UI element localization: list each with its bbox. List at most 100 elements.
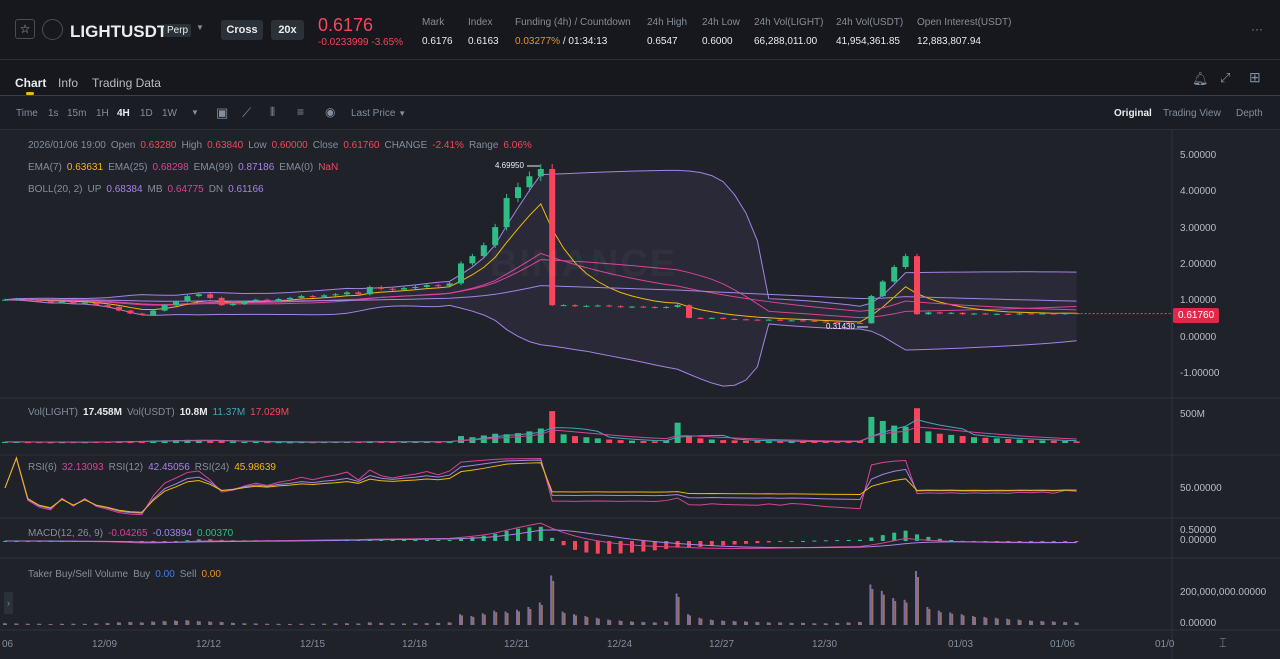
taker-sell-bar bbox=[609, 620, 612, 625]
kline-chart[interactable] bbox=[0, 0, 1280, 659]
taker-buy-bar bbox=[288, 623, 290, 625]
expand-panel-button[interactable]: › bbox=[4, 592, 13, 614]
candle-body bbox=[218, 297, 225, 306]
candle-body bbox=[344, 292, 350, 295]
macd-hist-bar bbox=[584, 541, 589, 553]
taker-buy-bar bbox=[595, 617, 598, 625]
price-axis-label: 5.00000 bbox=[1180, 150, 1217, 161]
volume-bar bbox=[743, 440, 749, 443]
candle-body bbox=[252, 299, 259, 302]
candle-body bbox=[1039, 313, 1046, 315]
taker-buy-bar bbox=[310, 623, 313, 625]
taker-sell-bar bbox=[757, 622, 760, 625]
volume-bar bbox=[617, 440, 624, 443]
time-axis-label: 01/03 bbox=[948, 639, 974, 650]
candle-body bbox=[423, 285, 430, 287]
taker-axis-label: 200,000,000.00000 bbox=[1180, 587, 1267, 598]
taker-sell-bar bbox=[1031, 621, 1033, 625]
legend-label: RSI(6) bbox=[28, 462, 57, 473]
time-axis-label: 12/18 bbox=[402, 639, 428, 650]
macd-hist-bar bbox=[527, 527, 532, 541]
rsi24-value: 45.98639 bbox=[234, 462, 276, 473]
taker-buy-bar bbox=[880, 590, 883, 625]
taker-sell-bar bbox=[244, 623, 247, 625]
vol-usdt-value: 10.8M bbox=[179, 407, 208, 418]
taker-buy-bar bbox=[436, 622, 439, 625]
taker-buy-bar bbox=[915, 571, 917, 625]
macd-hist-bar bbox=[1063, 541, 1068, 542]
volume-bar bbox=[606, 439, 613, 443]
taker-sell-bar bbox=[392, 623, 395, 625]
volume-bar bbox=[788, 441, 795, 443]
legend-label: High bbox=[181, 140, 203, 151]
candle-body bbox=[1050, 313, 1057, 315]
taker-buy-bar bbox=[71, 623, 74, 625]
taker-sell-bar bbox=[746, 621, 748, 625]
taker-buy-bar bbox=[960, 614, 963, 625]
taker-buy-bar bbox=[823, 623, 826, 625]
price-axis-label: 4.00000 bbox=[1180, 186, 1217, 198]
taker-buy-bar bbox=[858, 621, 860, 625]
taker-sell-bar bbox=[278, 623, 281, 625]
taker-sell-bar bbox=[837, 623, 840, 625]
taker-buy-bar bbox=[299, 623, 302, 625]
taker-buy-bar bbox=[869, 584, 872, 625]
taker-buy-bar bbox=[687, 614, 689, 625]
candle-body bbox=[298, 296, 305, 298]
time-axis-label: 12/09 bbox=[92, 639, 118, 650]
macd-hist-bar bbox=[573, 541, 577, 550]
taker-sell-bar bbox=[597, 618, 600, 625]
macd-hist-bar bbox=[823, 540, 828, 542]
taker-buy-bar bbox=[276, 623, 279, 625]
price-axis-label: 0.00000 bbox=[1180, 331, 1217, 343]
volume-bar bbox=[230, 441, 236, 443]
taker-buy-bar bbox=[630, 621, 632, 625]
candle-body bbox=[526, 176, 533, 188]
macd-hist-bar bbox=[413, 539, 418, 541]
macd-hist-bar bbox=[869, 537, 874, 541]
taker-buy-bar bbox=[584, 616, 587, 625]
candle-body bbox=[264, 299, 271, 301]
taker-buy-bar bbox=[333, 623, 336, 625]
taker-sell-bar bbox=[974, 617, 976, 625]
time-axis-label: 01/0 bbox=[1155, 639, 1175, 650]
taker-buy-bar bbox=[926, 607, 929, 625]
taker-buy-bar bbox=[253, 623, 256, 625]
boll-mb-value: 0.64775 bbox=[167, 184, 204, 195]
volume-bar bbox=[1028, 440, 1034, 443]
taker-sell-bar bbox=[404, 623, 406, 625]
taker-sell-bar bbox=[130, 622, 133, 625]
candle-body bbox=[959, 312, 966, 315]
macd-hist-bar bbox=[721, 541, 726, 546]
taker-buy-bar bbox=[1063, 621, 1066, 625]
candle-body bbox=[572, 305, 578, 307]
candle-body bbox=[59, 301, 65, 303]
volume-bar bbox=[936, 433, 943, 443]
scroll-to-latest-icon[interactable]: ⌶ bbox=[1219, 635, 1227, 651]
volume-bar bbox=[948, 434, 955, 443]
macd-hist-bar bbox=[630, 541, 634, 553]
candle-body bbox=[401, 288, 407, 290]
volume-bar bbox=[1039, 440, 1046, 443]
candle-body bbox=[116, 306, 122, 311]
candle-body bbox=[777, 319, 784, 321]
taker-sell-bar bbox=[996, 618, 999, 625]
candle-body bbox=[800, 320, 806, 322]
candle-body bbox=[161, 305, 168, 311]
taker-sell-bar bbox=[335, 623, 338, 625]
candle-body bbox=[36, 300, 43, 302]
candle-body bbox=[868, 296, 875, 324]
taker-buy-bar bbox=[903, 599, 906, 625]
legend-label: MACD(12, 26, 9) bbox=[28, 528, 104, 539]
volume-bar bbox=[754, 440, 761, 443]
volume-bar bbox=[697, 438, 704, 443]
volume-bar bbox=[264, 442, 271, 444]
candle-body bbox=[560, 305, 567, 307]
candle-body bbox=[948, 312, 955, 314]
taker-sell-bar bbox=[563, 613, 566, 625]
taker-buy-bar bbox=[744, 621, 746, 625]
time-axis-label: 06 bbox=[2, 639, 14, 650]
taker-buy-bar bbox=[345, 623, 347, 625]
taker-buy-bar bbox=[379, 622, 382, 625]
volume-bar bbox=[458, 436, 464, 443]
